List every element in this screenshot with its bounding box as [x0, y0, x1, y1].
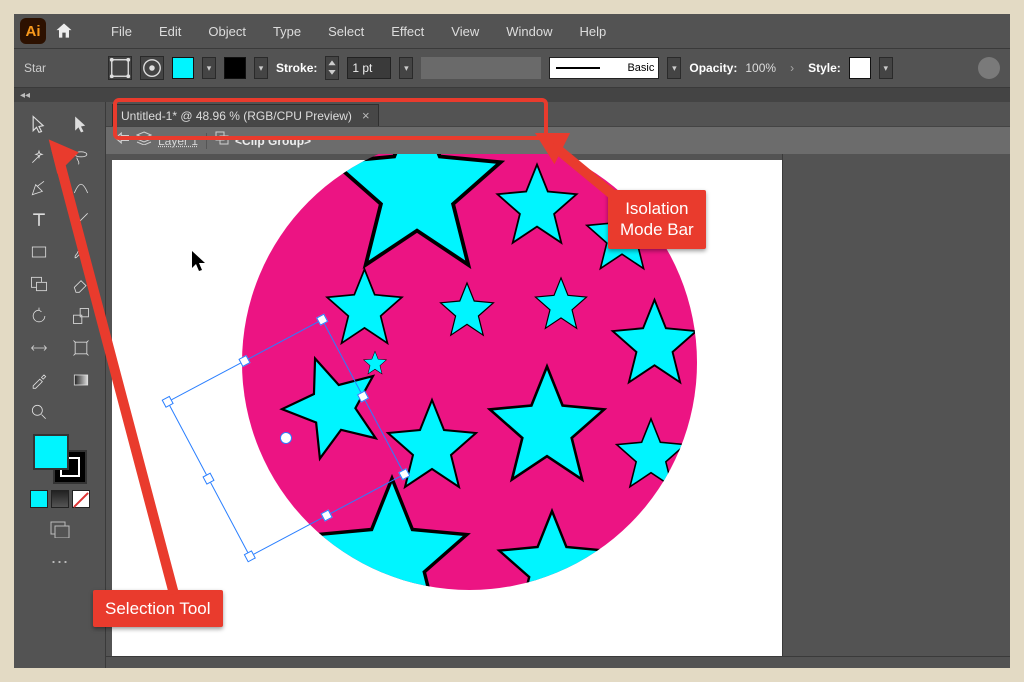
line-tool-icon[interactable] [61, 204, 101, 236]
stroke-label: Stroke: [276, 61, 317, 75]
handle[interactable] [162, 396, 174, 408]
zoom-tool-icon[interactable] [19, 396, 59, 428]
fill-swatch[interactable] [172, 57, 194, 79]
selection-tool-icon[interactable] [19, 108, 59, 140]
stroke-swatch[interactable] [224, 57, 246, 79]
brush-definition[interactable]: Basic [549, 57, 659, 79]
menu-edit[interactable]: Edit [147, 20, 193, 43]
draw-modes [30, 490, 90, 508]
menu-object[interactable]: Object [196, 20, 258, 43]
fill-stroke-swatch[interactable] [33, 434, 87, 484]
eyedropper-tool-icon[interactable] [19, 364, 59, 396]
cloud-sync-icon[interactable] [978, 57, 1000, 79]
curvature-tool-icon[interactable] [61, 172, 101, 204]
handle[interactable] [238, 355, 250, 367]
color-mode-icon[interactable] [30, 490, 48, 508]
editor-main: Untitled-1* @ 48.96 % (RGB/CPU Preview) … [106, 102, 1010, 668]
pen-tool-icon[interactable] [19, 172, 59, 204]
variable-width-profile[interactable] [421, 57, 541, 79]
opacity-value[interactable]: 100% [745, 61, 776, 75]
lasso-tool-icon[interactable] [61, 140, 101, 172]
menu-type[interactable]: Type [261, 20, 313, 43]
workspace: ⋯ Untitled-1* @ 48.96 % (RGB/CPU Preview… [14, 102, 1010, 668]
annotation-isolation-bar: Isolation Mode Bar [608, 190, 706, 249]
app-logo-icon: Ai [20, 18, 46, 44]
stroke-dropdown-icon[interactable]: ▾ [254, 57, 268, 79]
brush-dropdown-icon[interactable]: ▾ [667, 57, 681, 79]
selection-center-icon[interactable] [278, 430, 294, 446]
chevron-right-icon[interactable]: › [790, 61, 794, 75]
style-swatch[interactable] [849, 57, 871, 79]
gradient-tool-icon[interactable] [61, 364, 101, 396]
canvas-area[interactable] [106, 154, 1010, 668]
stroke-stepper-icon[interactable] [325, 56, 339, 80]
menu-bar: Ai File Edit Object Type Select Effect V… [14, 14, 1010, 48]
status-bar [106, 656, 1010, 668]
right-panel-gutter [782, 154, 890, 668]
fill-dropdown-icon[interactable]: ▾ [202, 57, 216, 79]
annotation-outline [113, 98, 548, 140]
shaper-tool-icon[interactable] [19, 268, 59, 300]
handle[interactable] [202, 473, 214, 485]
rotate-tool-icon[interactable] [19, 300, 59, 332]
cursor-icon [190, 250, 208, 277]
active-tool-label: Star [24, 61, 46, 75]
stroke-weight-input[interactable]: 1 pt [347, 57, 391, 79]
annotation-selection-tool: Selection Tool [93, 590, 223, 627]
stroke-weight-dropdown-icon[interactable]: ▾ [399, 57, 413, 79]
blank-tool [61, 396, 101, 428]
width-tool-icon[interactable] [19, 332, 59, 364]
menu-select[interactable]: Select [316, 20, 376, 43]
screen-mode-icon[interactable] [49, 520, 71, 538]
style-label: Style: [808, 61, 841, 75]
none-mode-icon[interactable] [72, 490, 90, 508]
direct-selection-tool-icon[interactable] [61, 108, 101, 140]
handle[interactable] [244, 550, 256, 562]
options-bar: Star ▾ ▾ Stroke: 1 pt ▾ Basic ▾ Opacity:… [14, 48, 1010, 88]
magic-wand-tool-icon[interactable] [19, 140, 59, 172]
toolbox: ⋯ [14, 102, 106, 668]
rectangle-tool-icon[interactable] [19, 236, 59, 268]
style-dropdown-icon[interactable]: ▾ [879, 57, 893, 79]
gradient-mode-icon[interactable] [51, 490, 69, 508]
opacity-label: Opacity: [689, 61, 737, 75]
home-icon[interactable] [49, 21, 79, 41]
free-transform-tool-icon[interactable] [61, 332, 101, 364]
bounding-box-icon[interactable] [108, 56, 132, 80]
menu-file[interactable]: File [99, 20, 144, 43]
illustrator-window: Ai File Edit Object Type Select Effect V… [14, 14, 1010, 668]
eraser-tool-icon[interactable] [61, 268, 101, 300]
menu-window[interactable]: Window [494, 20, 564, 43]
paintbrush-tool-icon[interactable] [61, 236, 101, 268]
scale-tool-icon[interactable] [61, 300, 101, 332]
target-icon[interactable] [140, 56, 164, 80]
menu-help[interactable]: Help [567, 20, 618, 43]
menu-effect[interactable]: Effect [379, 20, 436, 43]
menu-view[interactable]: View [439, 20, 491, 43]
type-tool-icon[interactable] [19, 204, 59, 236]
edit-toolbar-icon[interactable]: ⋯ [51, 552, 69, 573]
